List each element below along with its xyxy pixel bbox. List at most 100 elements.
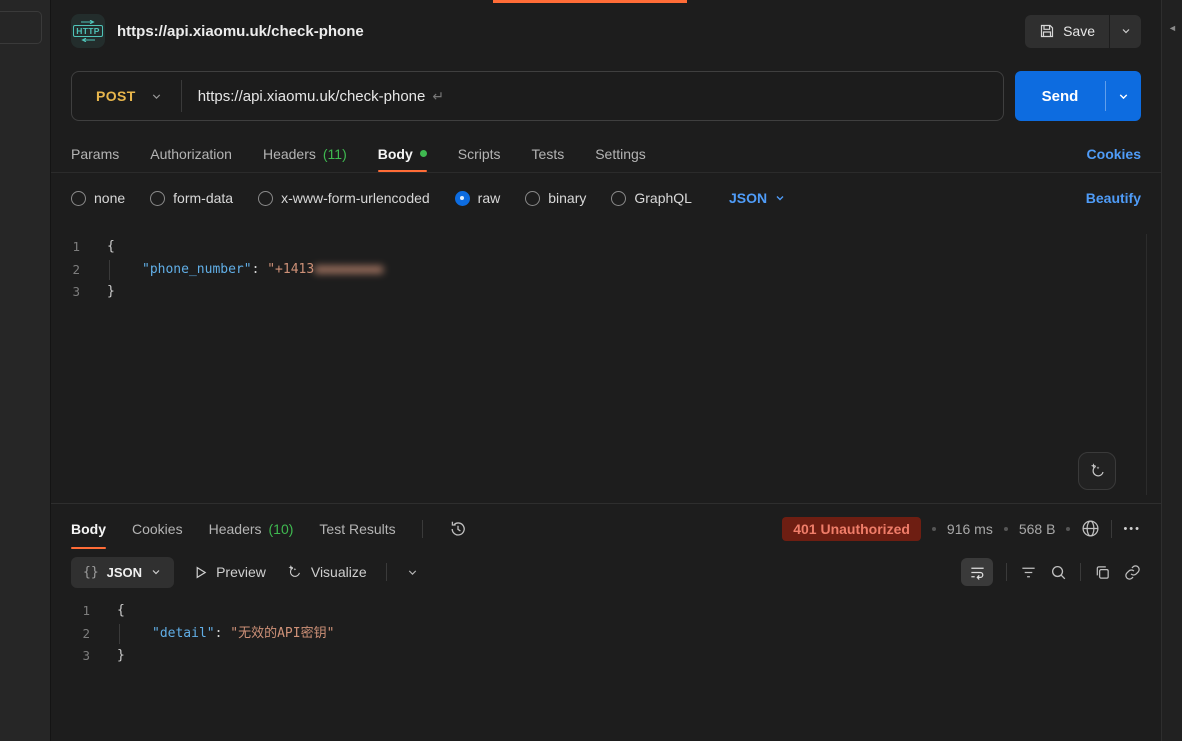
radio-x-www-form-urlencoded[interactable]: x-www-form-urlencoded — [258, 190, 430, 206]
more-views-chevron-icon[interactable] — [406, 566, 419, 579]
tab-headers[interactable]: Headers (11) — [263, 135, 347, 172]
dot-separator — [1004, 527, 1008, 531]
chevron-down-icon — [150, 566, 162, 578]
active-tab-underline — [71, 547, 106, 549]
line-number: 1 — [51, 600, 117, 623]
line-number: 2 — [51, 259, 107, 282]
response-tab-body[interactable]: Body — [71, 509, 106, 549]
response-header: Body Cookies Headers (10) Test Results 4… — [51, 505, 1161, 552]
app-window: HTTP https://api.xiaomu.uk/check-phone S… — [0, 0, 1182, 741]
save-options-button[interactable] — [1110, 15, 1141, 48]
radio-selected-icon — [455, 191, 470, 206]
send-button-group: Send — [1015, 71, 1141, 121]
divider — [422, 520, 423, 538]
wrap-text-button[interactable] — [961, 558, 993, 586]
send-button[interactable]: Send — [1015, 71, 1105, 121]
main-panel: HTTP https://api.xiaomu.uk/check-phone S… — [51, 0, 1161, 741]
url-input-box[interactable]: POST https://api.xiaomu.uk/check-phone ↵ — [71, 71, 1004, 121]
line-number: 1 — [51, 236, 107, 259]
tab-params[interactable]: Params — [71, 135, 119, 172]
code-line: 3 } — [51, 281, 1161, 304]
arrow-left-icon — [80, 38, 96, 42]
json-value: "+1413 — [267, 262, 314, 277]
request-title: https://api.xiaomu.uk/check-phone — [117, 23, 364, 40]
chevron-down-icon — [774, 192, 786, 204]
active-tab-underline — [378, 170, 427, 172]
json-value: "无效的API密钥" — [230, 626, 334, 641]
link-icon[interactable] — [1124, 564, 1141, 581]
http-badge-label: HTTP — [73, 25, 102, 38]
network-globe-icon[interactable] — [1081, 519, 1100, 538]
cookies-link[interactable]: Cookies — [1087, 146, 1141, 162]
response-tab-cookies[interactable]: Cookies — [132, 509, 183, 549]
beautify-link[interactable]: Beautify — [1086, 190, 1141, 206]
http-protocol-icon: HTTP — [71, 14, 105, 48]
save-button-group: Save — [1025, 15, 1141, 48]
response-tools-right — [961, 558, 1141, 586]
language-selector[interactable]: JSON — [729, 190, 786, 206]
search-icon[interactable] — [1050, 564, 1067, 581]
braces-icon: {} — [83, 565, 99, 580]
url-bar-divider — [181, 80, 182, 112]
response-meta: 401 Unauthorized 916 ms 568 B ••• — [782, 517, 1141, 541]
collapse-panel-icon[interactable]: ◄ — [1168, 24, 1177, 33]
tab-authorization[interactable]: Authorization — [150, 135, 232, 172]
chevron-down-icon — [1117, 90, 1130, 103]
save-icon — [1039, 23, 1055, 39]
response-tab-test-results[interactable]: Test Results — [319, 509, 395, 549]
response-format-selector[interactable]: {} JSON — [71, 557, 174, 588]
response-headers-count-badge: (10) — [269, 521, 294, 537]
request-body-editor[interactable]: 1 { 2 "phone_number": "+1413●●●●●●●●●● 3… — [51, 231, 1161, 504]
code-line: 1 { — [51, 236, 1161, 259]
request-tabs: Params Authorization Headers (11) Body S… — [51, 135, 1161, 173]
json-key: "phone_number" — [142, 262, 252, 277]
tab-settings[interactable]: Settings — [595, 135, 646, 172]
more-options-button[interactable]: ••• — [1123, 523, 1141, 535]
sidebar-collapsed-item[interactable] — [0, 11, 42, 44]
visualize-sparkle-icon — [285, 563, 303, 581]
method-chevron-down-icon[interactable] — [150, 90, 163, 103]
radio-icon — [525, 191, 540, 206]
filter-icon[interactable] — [1020, 564, 1037, 581]
play-icon — [193, 565, 208, 580]
code-line: 3 } — [51, 645, 1161, 668]
wrap-text-icon — [969, 564, 986, 581]
active-app-tab-indicator — [493, 0, 687, 3]
send-options-button[interactable] — [1106, 71, 1141, 121]
preview-button[interactable]: Preview — [193, 564, 266, 580]
url-input[interactable]: https://api.xiaomu.uk/check-phone — [198, 88, 426, 105]
response-toolbar: {} JSON Preview Visualize — [51, 553, 1161, 591]
arrow-right-icon — [80, 20, 96, 24]
radio-raw[interactable]: raw — [455, 190, 501, 206]
radio-none[interactable]: none — [71, 190, 125, 206]
response-size: 568 B — [1019, 521, 1056, 537]
left-sidebar — [0, 0, 51, 741]
line-number: 3 — [51, 645, 117, 668]
radio-icon — [71, 191, 86, 206]
radio-binary[interactable]: binary — [525, 190, 586, 206]
editor-scrollbar-track[interactable] — [1146, 234, 1147, 495]
tab-body[interactable]: Body — [378, 135, 427, 172]
right-sidebar-rail: ◄ — [1161, 0, 1182, 741]
postbot-ai-button[interactable] — [1078, 452, 1116, 490]
response-time: 916 ms — [947, 521, 993, 537]
tab-scripts[interactable]: Scripts — [458, 135, 501, 172]
enter-key-hint: ↵ — [432, 88, 444, 105]
request-bar: POST https://api.xiaomu.uk/check-phone ↵… — [71, 71, 1141, 121]
response-body-editor[interactable]: 1 { 2 "detail": "无效的API密钥" 3 } — [51, 596, 1161, 741]
line-number: 2 — [51, 623, 117, 646]
copy-icon[interactable] — [1094, 564, 1111, 581]
postbot-sparkle-icon — [1087, 461, 1107, 481]
radio-form-data[interactable]: form-data — [150, 190, 233, 206]
divider — [386, 563, 387, 581]
response-tab-headers[interactable]: Headers (10) — [209, 509, 294, 549]
response-history-icon[interactable] — [449, 520, 467, 538]
radio-graphql[interactable]: GraphQL — [611, 190, 692, 206]
divider — [1006, 563, 1007, 581]
visualize-button[interactable]: Visualize — [285, 563, 367, 581]
save-button[interactable]: Save — [1025, 15, 1109, 48]
dot-separator — [1066, 527, 1070, 531]
tab-tests[interactable]: Tests — [532, 135, 565, 172]
request-header-row: HTTP https://api.xiaomu.uk/check-phone S… — [51, 0, 1161, 62]
method-selector[interactable]: POST — [72, 88, 150, 104]
